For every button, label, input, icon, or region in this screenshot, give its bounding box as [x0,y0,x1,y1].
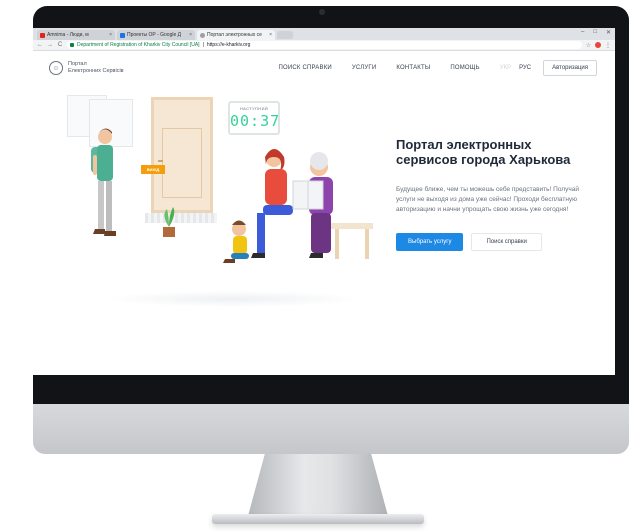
forward-icon[interactable]: → [47,42,53,48]
logo-emblem-icon: ☺ [49,61,63,75]
site-header: ☺ Портал Електронних Сервісів ПОИСК СПРА… [33,51,615,85]
tab-google-sheets[interactable]: Проекты ОР - Google Д × [117,30,195,40]
maximize-icon[interactable]: □ [593,29,597,36]
tab-portal[interactable]: Портал электронных се × [197,30,275,40]
people-illustration [91,128,373,263]
nav-item-search-certificate[interactable]: ПОИСК СПРАВКИ [278,65,331,71]
grandmother-figure [292,152,333,258]
tab-title: Amnima - Люди, м [47,32,89,38]
bench-illustration [331,223,373,259]
tab-title: Портал электронных се [207,32,262,38]
bookmark-star-icon[interactable]: ☆ [586,42,591,49]
browser-window: Amnima - Люди, м × Проекты ОР - Google Д… [33,28,615,375]
lock-icon [70,43,74,47]
login-button[interactable]: Авторизация [543,60,597,76]
kharkiv-icon [200,32,205,38]
tab-title: Проекты ОР - Google Д [127,32,182,38]
url-separator: | [202,42,204,48]
plant-illustration [163,207,175,237]
choose-service-button[interactable]: Выбрать услугу [396,233,464,251]
nav-item-contacts[interactable]: КОНТАКТЫ [396,65,430,71]
nav-item-services[interactable]: УСЛУГИ [352,65,376,71]
lang-ukr[interactable]: УКР [500,65,511,71]
reload-icon[interactable]: C [57,42,63,48]
youtube-icon [40,32,45,38]
url-text: https://e-kharkiv.org [206,42,251,48]
lang-rus[interactable]: РУС [519,65,531,71]
close-icon[interactable]: × [109,32,112,38]
man-figure [91,128,116,236]
monitor-mockup: Amnima - Люди, м × Проекты ОР - Google Д… [0,0,636,532]
new-tab-button[interactable] [277,31,293,39]
hero-title-line2: сервисов города Харькова [396,152,571,167]
main-nav: ПОИСК СПРАВКИ УСЛУГИ КОНТАКТЫ ПОМОЩЬ [278,65,479,71]
logo-text: Портал Електронних Сервісів [68,61,124,75]
site-logo[interactable]: ☺ Портал Електронних Сервісів [49,61,124,75]
hero-text: Портал электронных сервисов города Харьк… [396,137,606,251]
hero-title: Портал электронных сервисов города Харьк… [396,137,606,167]
nav-item-help[interactable]: ПОМОЩЬ [450,65,479,71]
window-controls: – □ ✕ [581,29,611,36]
close-icon[interactable]: × [189,32,192,38]
logo-line1: Портал [68,61,87,68]
hero-title-line1: Портал электронных [396,137,532,152]
monitor-stand [248,454,388,516]
extension-icon[interactable] [595,42,601,48]
browser-menu-icon[interactable]: ⋮ [605,42,611,49]
monitor-base [212,514,424,524]
logo-line2: Електронних Сервісів [68,68,124,74]
minimize-icon[interactable]: – [581,29,584,36]
url-input[interactable]: Department of Registration of Kharkiv Ci… [67,41,582,49]
woman-figure [251,149,293,258]
address-bar: ← → C Department of Registration of Khar… [33,40,615,51]
close-window-icon[interactable]: ✕ [606,29,611,36]
sheets-icon [120,32,125,38]
camera-icon [319,9,325,15]
secure-origin-label: Department of Registration of Kharkiv Ci… [77,42,200,48]
child-figure [223,220,249,263]
search-certificate-button[interactable]: Поиск справки [471,233,542,251]
close-icon[interactable]: × [269,32,272,38]
monitor-chin [33,404,629,454]
tab-amnima[interactable]: Amnima - Люди, м × [37,30,115,40]
hero-actions: Выбрать услугу Поиск справки [396,233,606,251]
hero-description: Будущее ближе, чем ты можешь себе предст… [396,186,579,213]
back-icon[interactable]: ← [37,42,43,48]
language-switcher: УКР РУС [500,65,531,71]
tab-bar: Amnima - Люди, м × Проекты ОР - Google Д… [33,28,615,40]
hero-section: ВИХІД НАСТУПНИЙ 00:37 Портал электронных… [33,85,615,345]
